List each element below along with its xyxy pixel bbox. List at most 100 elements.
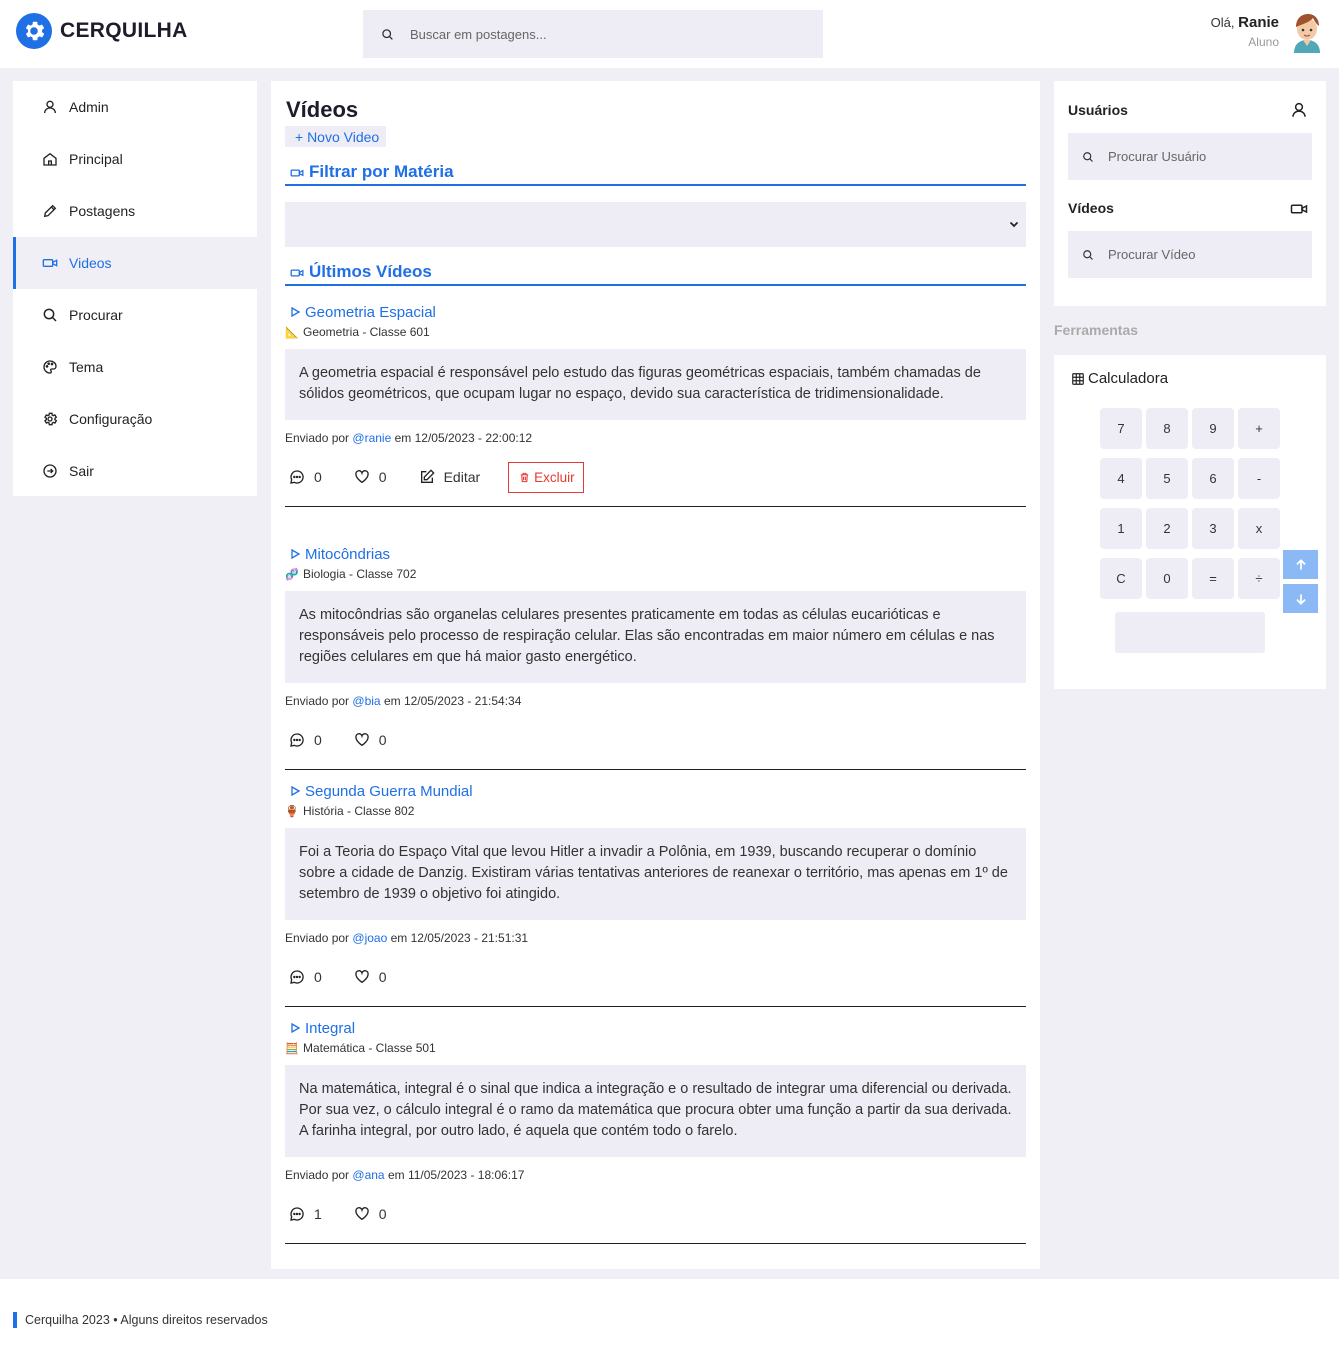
sent-date: em 12/05/2023 - 21:51:31 bbox=[390, 931, 529, 945]
sidebar-item-label: Principal bbox=[69, 151, 123, 167]
calc-key-0[interactable]: 0 bbox=[1146, 558, 1188, 599]
comment-count: 0 bbox=[314, 732, 322, 748]
calculator-title-text: Calculadora bbox=[1088, 370, 1169, 387]
calc-key-7[interactable]: 7 bbox=[1100, 408, 1142, 449]
edit-button[interactable]: Editar bbox=[419, 469, 481, 485]
scroll-up-button[interactable] bbox=[1283, 550, 1318, 579]
subject-filter-select[interactable] bbox=[285, 202, 1026, 247]
calc-key-2[interactable]: 2 bbox=[1146, 508, 1188, 549]
new-video-button[interactable]: + Novo Video bbox=[285, 126, 387, 147]
calc-key-1[interactable]: 1 bbox=[1100, 508, 1142, 549]
search-icon bbox=[381, 28, 394, 41]
comment-icon bbox=[289, 1206, 305, 1222]
heart-icon bbox=[354, 1206, 370, 1222]
calc-key-clear[interactable]: C bbox=[1100, 558, 1142, 599]
calc-key-4[interactable]: 4 bbox=[1100, 458, 1142, 499]
calc-key-multiply[interactable]: x bbox=[1238, 508, 1280, 549]
heart-icon bbox=[354, 469, 370, 485]
gear-icon bbox=[41, 411, 59, 427]
edit-label: Editar bbox=[443, 469, 481, 485]
subject-class-text: Geometria - Classe 601 bbox=[303, 325, 430, 339]
sidebar-item-postagens[interactable]: Postagens bbox=[13, 185, 257, 237]
play-icon bbox=[289, 1022, 301, 1034]
like-count: 0 bbox=[378, 732, 387, 748]
author-link[interactable]: @ana bbox=[352, 1168, 384, 1182]
sidebar-item-label: Configuração bbox=[69, 411, 153, 427]
sidebar-item-label: Videos bbox=[69, 255, 112, 271]
user-search-input[interactable] bbox=[1108, 149, 1298, 164]
video-post-sent-info: Enviado por @ranie em 12/05/2023 - 22:00… bbox=[285, 431, 1026, 445]
comment-button[interactable]: 0 bbox=[289, 732, 322, 748]
video-post-title[interactable]: Mitocôndrias bbox=[285, 544, 1026, 564]
calc-key-minus[interactable]: - bbox=[1238, 458, 1280, 499]
video-post-meta: 🏺 História - Classe 802 bbox=[285, 803, 1026, 819]
sidebar-item-configuracao[interactable]: Configuração bbox=[13, 393, 257, 445]
footer: Cerquilha 2023 • Alguns direitos reserva… bbox=[0, 1279, 1339, 1360]
user-info[interactable]: Olá, Ranie Aluno bbox=[1211, 14, 1279, 49]
comment-count: 0 bbox=[314, 969, 322, 985]
video-search-input[interactable] bbox=[1108, 247, 1298, 262]
comment-button[interactable]: 1 bbox=[289, 1206, 322, 1222]
sidebar-item-procurar[interactable]: Procurar bbox=[13, 289, 257, 341]
sent-date: em 12/05/2023 - 22:00:12 bbox=[394, 431, 533, 445]
search-panel: Usuários Vídeos bbox=[1054, 81, 1326, 306]
play-icon bbox=[289, 785, 301, 797]
calc-key-9[interactable]: 9 bbox=[1192, 408, 1234, 449]
video-post: Mitocôndrias 🧬 Biologia - Classe 702 As … bbox=[285, 544, 1026, 770]
like-button[interactable]: 0 bbox=[354, 969, 387, 985]
scroll-down-button[interactable] bbox=[1283, 584, 1318, 613]
video-icon bbox=[41, 255, 59, 271]
post-search-input[interactable] bbox=[410, 26, 790, 42]
video-post-sent-info: Enviado por @joao em 12/05/2023 - 21:51:… bbox=[285, 931, 1026, 945]
users-label: Usuários bbox=[1068, 102, 1128, 118]
comment-button[interactable]: 0 bbox=[289, 969, 322, 985]
calc-key-8[interactable]: 8 bbox=[1146, 408, 1188, 449]
sent-prefix: Enviado por bbox=[285, 431, 350, 445]
comment-icon bbox=[289, 469, 305, 485]
ruler-icon: 📐 bbox=[285, 326, 299, 339]
author-link[interactable]: @ranie bbox=[352, 431, 391, 445]
latest-videos-heading: Últimos Vídeos bbox=[285, 262, 1026, 286]
sidebar-item-sair[interactable]: Sair bbox=[13, 445, 257, 497]
sidebar-item-videos[interactable]: Videos bbox=[13, 237, 257, 289]
like-button[interactable]: 0 bbox=[354, 732, 387, 748]
video-post-sent-info: Enviado por @ana em 11/05/2023 - 18:06:1… bbox=[285, 1168, 1026, 1182]
sent-prefix: Enviado por bbox=[285, 694, 350, 708]
calc-key-3[interactable]: 3 bbox=[1192, 508, 1234, 549]
arrow-down-icon bbox=[1294, 592, 1308, 606]
comment-icon bbox=[289, 969, 305, 985]
video-search-box[interactable] bbox=[1068, 231, 1312, 278]
heart-icon bbox=[354, 732, 370, 748]
user-icon bbox=[41, 99, 59, 115]
video-post-title[interactable]: Integral bbox=[285, 1018, 1026, 1038]
comment-button[interactable]: 0 bbox=[289, 469, 322, 485]
calc-key-plus[interactable]: + bbox=[1238, 408, 1280, 449]
user-search-box[interactable] bbox=[1068, 133, 1312, 180]
video-post-title[interactable]: Geometria Espacial bbox=[285, 302, 1026, 322]
user-greeting: Olá, Ranie bbox=[1211, 14, 1279, 31]
sidebar-item-principal[interactable]: Principal bbox=[13, 133, 257, 185]
sidebar-item-admin[interactable]: Admin bbox=[13, 81, 257, 133]
comment-count: 0 bbox=[314, 469, 322, 485]
delete-button[interactable]: Excluir bbox=[508, 461, 584, 493]
calc-key-6[interactable]: 6 bbox=[1192, 458, 1234, 499]
like-button[interactable]: 0 bbox=[354, 469, 387, 485]
author-link[interactable]: @bia bbox=[352, 694, 380, 708]
sidebar-item-label: Sair bbox=[69, 463, 94, 479]
author-link[interactable]: @joao bbox=[352, 931, 387, 945]
sidebar-nav: Admin Principal Postagens Videos Procura… bbox=[13, 81, 257, 496]
calc-key-5[interactable]: 5 bbox=[1146, 458, 1188, 499]
user-icon bbox=[1290, 101, 1308, 119]
calc-key-equals[interactable]: = bbox=[1192, 558, 1234, 599]
like-button[interactable]: 0 bbox=[354, 1206, 387, 1222]
sidebar-item-tema[interactable]: Tema bbox=[13, 341, 257, 393]
like-count: 0 bbox=[378, 1206, 387, 1222]
videos-label: Vídeos bbox=[1068, 200, 1114, 216]
arrow-up-icon bbox=[1294, 558, 1308, 572]
brand-logo[interactable]: CERQUILHA bbox=[16, 13, 188, 49]
post-search-bar[interactable] bbox=[363, 10, 823, 58]
avatar[interactable] bbox=[1288, 11, 1326, 53]
greeting-text: Olá, bbox=[1210, 15, 1235, 30]
calc-key-divide[interactable]: ÷ bbox=[1238, 558, 1280, 599]
video-post-title[interactable]: Segunda Guerra Mundial bbox=[285, 781, 1026, 801]
